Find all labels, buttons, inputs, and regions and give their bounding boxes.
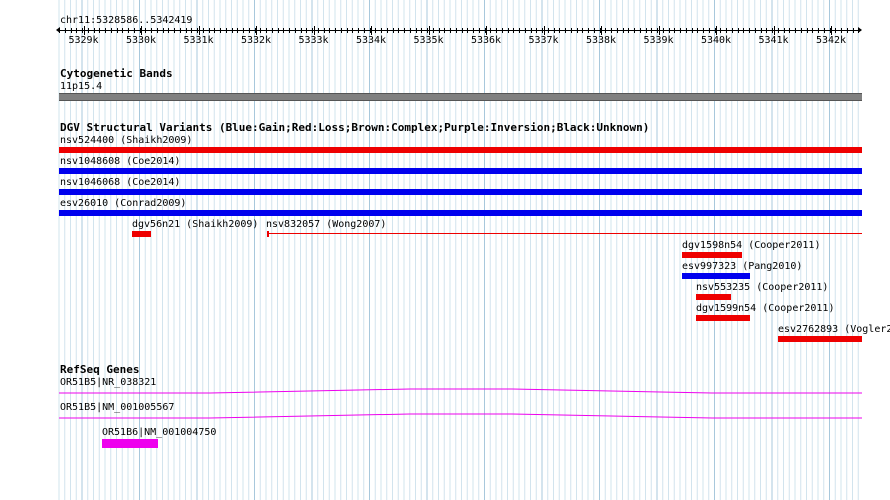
gene-feature-nm-001004750[interactable] [102,439,158,448]
gene-feature-nm-001005567[interactable] [0,0,890,500]
gene-label-nm-001004750: OR51B6|NM_001004750 [102,427,217,438]
